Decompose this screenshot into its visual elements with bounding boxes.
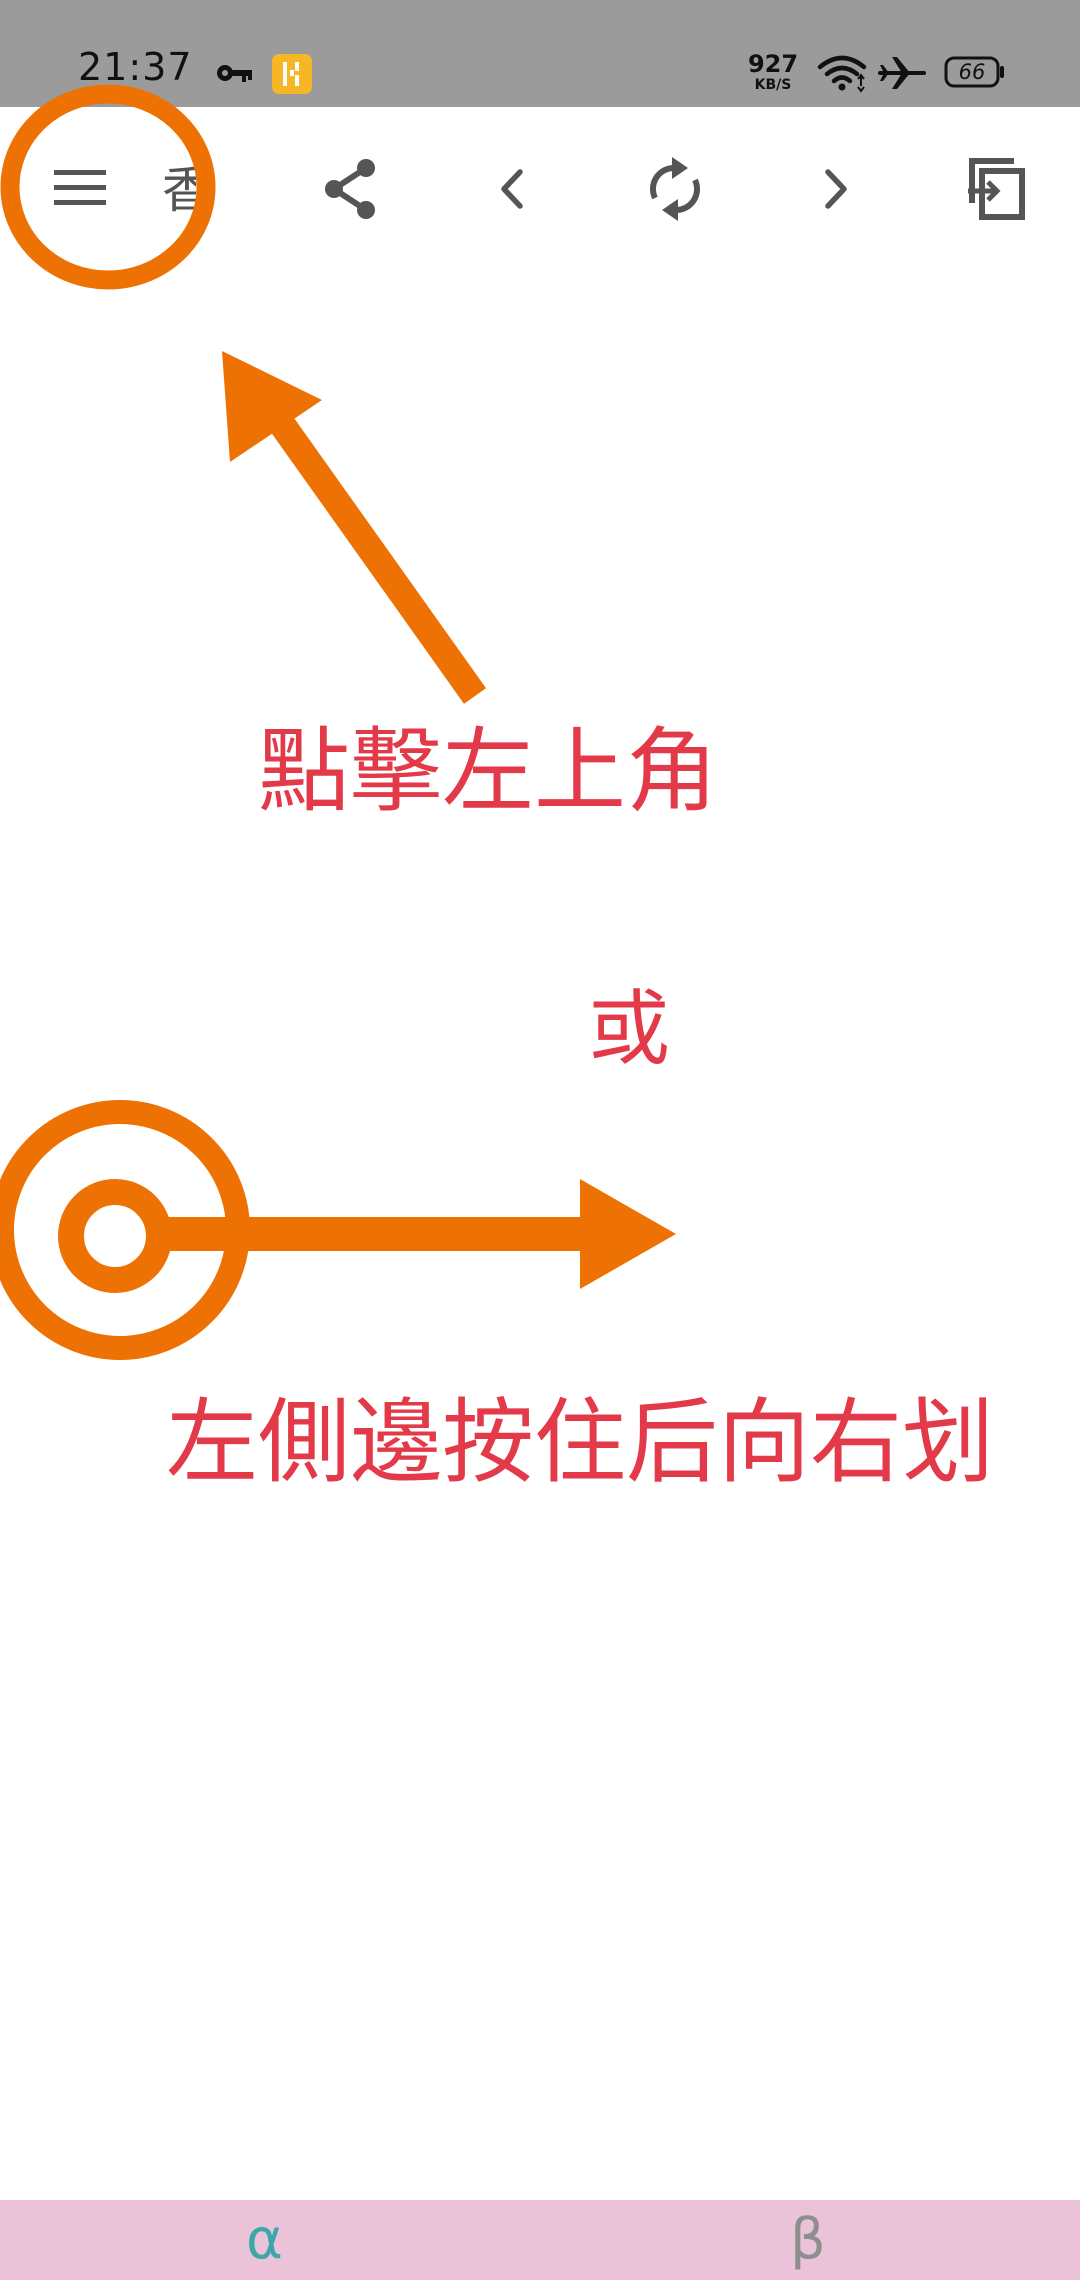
tab-alpha[interactable]: α [246, 2202, 283, 2278]
tab-beta[interactable]: β [790, 2202, 826, 2278]
instruction-swipe-from-left: 左側邊按住后向右划 [166, 1389, 995, 1496]
highlight-circle-top-left [0, 84, 216, 290]
arrow-to-top-left [222, 351, 487, 704]
screen: 21:37 927 KB/S 66 香 點擊左上角 或 左側邊按住后向右划 α … [0, 0, 1080, 2280]
bottom-tab-bar [0, 2200, 1080, 2280]
instruction-or: 或 [588, 982, 671, 1077]
instruction-tap-top-left: 點擊左上角 [258, 718, 719, 825]
annotation-overlay [0, 84, 676, 1360]
